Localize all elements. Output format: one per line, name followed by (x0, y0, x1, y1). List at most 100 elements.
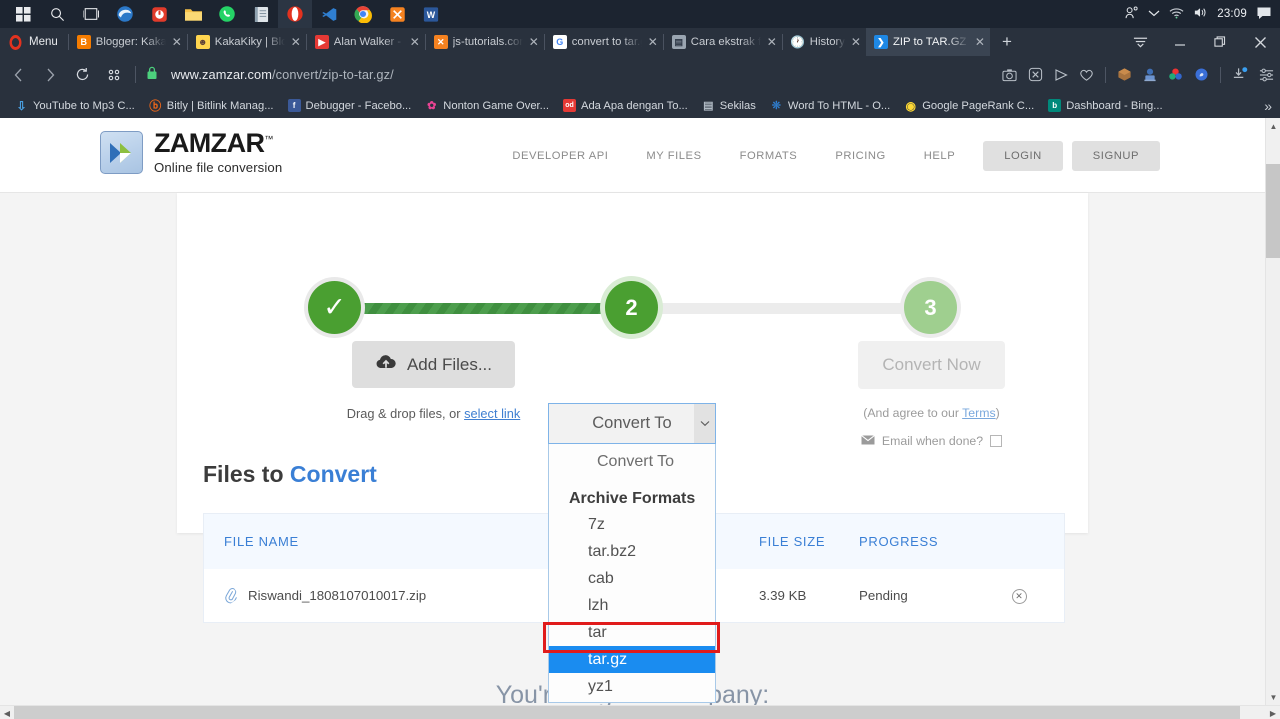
app-red-icon[interactable] (142, 0, 176, 28)
option-tar-bz2[interactable]: tar.bz2 (549, 538, 715, 565)
browser-tab[interactable]: ☻ KakaKiky | Blog ✕ (188, 28, 306, 56)
speed-dial-grid-icon[interactable] (100, 61, 128, 89)
option-lzh[interactable]: lzh (549, 592, 715, 619)
bookmark-item[interactable]: ❊ Word To HTML - O... (763, 99, 897, 113)
whatsapp-icon[interactable] (210, 0, 244, 28)
extension-oval-icon[interactable] (1194, 67, 1209, 82)
tab-close-icon[interactable]: ✕ (850, 35, 862, 49)
tab-close-icon[interactable]: ✕ (647, 35, 659, 49)
edge-icon[interactable] (108, 0, 142, 28)
notifications-icon[interactable] (1256, 6, 1272, 23)
option-yz1[interactable]: yz1 (549, 673, 715, 700)
browser-tab[interactable]: 🕐 History ✕ (783, 28, 866, 56)
tab-close-icon[interactable]: ✕ (290, 35, 302, 49)
bookmark-item[interactable]: ✿ Nonton Game Over... (418, 99, 556, 113)
browser-tab-active[interactable]: ❯ ZIP to TAR.GZ - ✕ (865, 28, 990, 56)
select-link[interactable]: select link (464, 406, 520, 421)
nav-developer-api[interactable]: DEVELOPER API (493, 150, 627, 162)
browser-tab[interactable]: B Blogger: KakaK ✕ (69, 28, 187, 56)
step-1-complete[interactable]: ✓ (308, 281, 361, 334)
option-cab[interactable]: cab (549, 565, 715, 592)
step-2-current[interactable]: 2 (605, 281, 658, 334)
option-7z[interactable]: 7z (549, 511, 715, 538)
people-icon[interactable] (1124, 6, 1139, 23)
nav-formats[interactable]: FORMATS (721, 150, 817, 162)
minimize-button[interactable] (1160, 28, 1200, 56)
bookmark-item[interactable]: f Debugger - Facebo... (281, 99, 419, 112)
option-placeholder[interactable]: Convert To (549, 448, 715, 481)
forward-button[interactable] (36, 61, 64, 89)
heart-icon[interactable] (1079, 68, 1094, 82)
back-button[interactable] (4, 61, 32, 89)
bookmark-item[interactable]: ▤ Sekilas (695, 99, 763, 113)
ssl-lock-icon[interactable] (146, 66, 158, 83)
maximize-button[interactable] (1200, 28, 1240, 56)
convert-to-select-button[interactable]: Convert To (548, 403, 716, 444)
login-button[interactable]: LOGIN (983, 141, 1063, 171)
snapshot-icon[interactable] (1002, 68, 1017, 82)
browser-tab[interactable]: ▶ Alan Walker - D ✕ (307, 28, 425, 56)
horizontal-scrollbar[interactable]: ◀ ▶ (0, 705, 1280, 719)
scroll-left-arrow-icon[interactable]: ◀ (0, 706, 14, 719)
chrome-icon[interactable] (346, 0, 380, 28)
tab-close-icon[interactable]: ✕ (974, 35, 986, 49)
step-3-upcoming[interactable]: 3 (904, 281, 957, 334)
horizontal-scrollbar-thumb[interactable] (14, 706, 1240, 719)
tab-close-icon[interactable]: ✕ (766, 35, 778, 49)
remove-file-button[interactable]: ✕ (989, 587, 1049, 604)
js-tutorials-icon[interactable] (380, 0, 414, 28)
nav-my-files[interactable]: MY FILES (627, 150, 720, 162)
notepad-icon[interactable] (244, 0, 278, 28)
start-windows-icon[interactable] (6, 0, 40, 28)
new-tab-button[interactable]: + (990, 28, 1024, 56)
convert-to-select[interactable]: Convert To Convert To Archive Formats 7z… (543, 403, 720, 703)
vscode-icon[interactable] (312, 0, 346, 28)
tab-close-icon[interactable]: ✕ (409, 35, 421, 49)
close-window-button[interactable] (1240, 28, 1280, 56)
word-icon[interactable]: W (414, 0, 448, 28)
scroll-down-arrow-icon[interactable]: ▼ (1266, 689, 1280, 705)
wifi-icon[interactable] (1169, 7, 1184, 22)
player-icon[interactable] (1054, 68, 1068, 82)
site-logo[interactable]: ZAMZAR™ Online file conversion (100, 130, 282, 175)
add-files-button[interactable]: Add Files... (351, 341, 516, 388)
bookmark-item[interactable]: ◉ Google PageRank C... (897, 99, 1041, 113)
terms-link[interactable]: Terms (962, 406, 995, 420)
adblock-icon[interactable] (1028, 67, 1043, 82)
browser-tab[interactable]: ✕ js-tutorials.com ✕ (426, 28, 544, 56)
option-tar-gz[interactable]: tar.gz (549, 646, 715, 673)
browser-tab[interactable]: ▤ Cara ekstrak fil ✕ (664, 28, 782, 56)
vertical-scrollbar[interactable]: ▲ ▼ (1265, 118, 1280, 705)
search-icon[interactable] (40, 0, 74, 28)
task-view-icon[interactable] (74, 0, 108, 28)
extension-box-icon[interactable] (1117, 67, 1132, 82)
opera-icon[interactable] (278, 0, 312, 28)
extension-blue-icon[interactable] (1143, 67, 1157, 82)
signup-button[interactable]: SIGNUP (1071, 141, 1160, 171)
vertical-scrollbar-thumb[interactable] (1266, 164, 1280, 258)
bookmark-item[interactable]: ⇩ YouTube to Mp3 C... (8, 99, 142, 113)
tab-close-icon[interactable]: ✕ (171, 35, 183, 49)
bookmark-item[interactable]: b Dashboard - Bing... (1041, 99, 1169, 112)
browser-tab[interactable]: G convert to tar.g ✕ (545, 28, 663, 56)
scroll-up-arrow-icon[interactable]: ▲ (1266, 118, 1280, 134)
easy-setup-icon[interactable] (1259, 68, 1274, 82)
volume-icon[interactable] (1193, 6, 1208, 22)
nav-pricing[interactable]: PRICING (816, 150, 904, 162)
option-tar[interactable]: tar (549, 619, 715, 646)
extension-color-icon[interactable] (1168, 67, 1183, 82)
tab-close-icon[interactable]: ✕ (528, 35, 540, 49)
chevron-down-icon[interactable] (694, 404, 715, 443)
bookmark-item[interactable]: od Ada Apa dengan To... (556, 99, 695, 112)
tab-menu-icon[interactable] (1120, 28, 1160, 56)
file-explorer-icon[interactable] (176, 0, 210, 28)
bookmarks-overflow-button[interactable]: » (1264, 98, 1272, 114)
scroll-right-arrow-icon[interactable]: ▶ (1266, 706, 1280, 719)
email-when-done-checkbox[interactable] (990, 435, 1003, 447)
convert-now-button[interactable]: Convert Now (858, 341, 1005, 389)
bookmark-item[interactable]: ⓑ Bitly | Bitlink Manag... (142, 99, 281, 113)
url-text[interactable]: www.zamzar.com/convert/zip-to-tar.gz/ (171, 67, 394, 82)
reload-button[interactable] (68, 61, 96, 89)
chevron-up-icon[interactable] (1148, 8, 1160, 20)
downloads-icon[interactable] (1232, 66, 1248, 83)
